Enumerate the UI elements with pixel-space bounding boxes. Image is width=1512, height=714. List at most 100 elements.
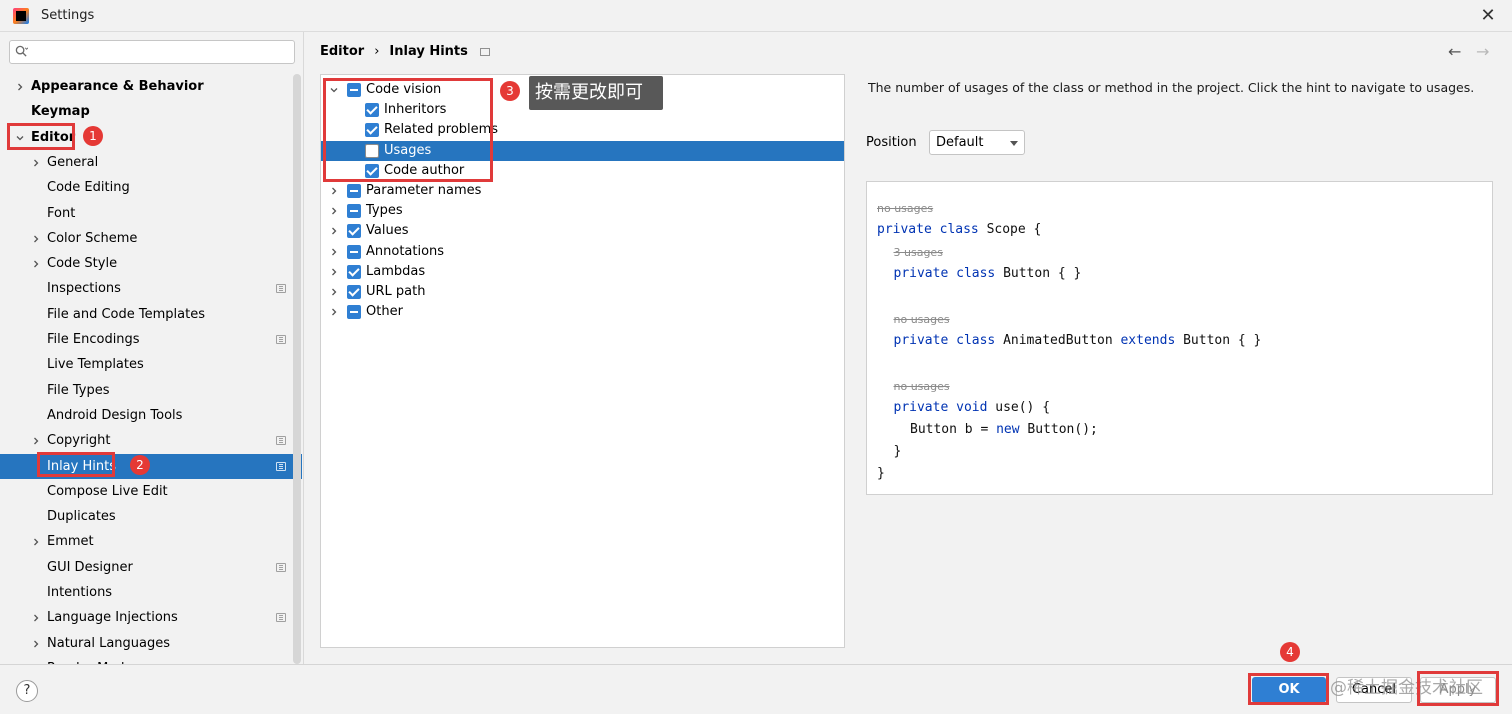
sidebar-item-file-encodings[interactable]: File Encodings bbox=[0, 327, 302, 352]
hint-checkbox[interactable] bbox=[347, 204, 361, 219]
close-icon[interactable]: ✕ bbox=[1476, 4, 1500, 28]
chevron-right-icon[interactable] bbox=[15, 82, 25, 92]
hint-checkbox[interactable] bbox=[347, 224, 361, 239]
hint-item-related-problems[interactable]: Related problems bbox=[321, 120, 844, 140]
forward-arrow-icon[interactable]: → bbox=[1476, 42, 1489, 61]
code-line: private class AnimatedButton extends But… bbox=[894, 333, 1262, 348]
hint-item-label: Related problems bbox=[384, 122, 499, 138]
hint-item-code-author[interactable]: Code author bbox=[321, 161, 844, 181]
sidebar-item-android-design-tools[interactable]: Android Design Tools bbox=[0, 403, 302, 428]
chevron-down-icon[interactable] bbox=[329, 85, 339, 95]
hint-checkbox[interactable] bbox=[347, 305, 361, 320]
chevron-right-icon[interactable] bbox=[329, 206, 339, 216]
code-keyword: extends bbox=[1120, 333, 1184, 348]
sidebar-item-inspections[interactable]: Inspections bbox=[0, 276, 302, 301]
code-vision-hint[interactable]: no usages bbox=[894, 313, 950, 326]
breadcrumb-parent[interactable]: Editor bbox=[320, 44, 364, 59]
position-select[interactable]: Default bbox=[929, 130, 1025, 155]
ok-button[interactable]: OK bbox=[1252, 677, 1326, 703]
chevron-right-icon[interactable] bbox=[31, 436, 41, 446]
chevron-right-icon[interactable] bbox=[31, 259, 41, 269]
window-title: Settings bbox=[41, 8, 95, 23]
sidebar-item-appearance-behavior[interactable]: Appearance & Behavior bbox=[0, 74, 302, 99]
hint-item-lambdas[interactable]: Lambdas bbox=[321, 262, 844, 282]
search-icon bbox=[15, 45, 28, 57]
chevron-right-icon[interactable] bbox=[329, 226, 339, 236]
chevron-right-icon[interactable] bbox=[31, 613, 41, 623]
code-vision-hint[interactable]: no usages bbox=[894, 380, 950, 393]
inlay-hints-tree: Code vision Inheritors Related problems Usa… bbox=[320, 74, 845, 648]
sidebar-item-language-injections[interactable]: Language Injections bbox=[0, 605, 302, 630]
sidebar-item-natural-languages[interactable]: Natural Languages bbox=[0, 631, 302, 656]
hint-description: The number of usages of the class or met… bbox=[868, 80, 1475, 95]
hint-checkbox[interactable] bbox=[347, 184, 361, 198]
sidebar-item-copyright[interactable]: Copyright bbox=[0, 428, 302, 453]
hint-checkbox[interactable] bbox=[347, 244, 361, 259]
chevron-right-icon[interactable] bbox=[329, 287, 339, 297]
code-line: private void use() { bbox=[894, 400, 1051, 415]
code-text: Button { } bbox=[1003, 266, 1082, 281]
position-select-value: Default bbox=[936, 135, 984, 150]
code-text: use() { bbox=[995, 400, 1051, 415]
sidebar-item-intentions[interactable]: Intentions bbox=[0, 580, 302, 605]
settings-search-input[interactable] bbox=[9, 40, 295, 64]
code-vision-hint[interactable]: no usages bbox=[877, 202, 933, 215]
chevron-right-icon[interactable] bbox=[329, 186, 339, 196]
hint-checkbox[interactable] bbox=[347, 285, 361, 299]
chevron-right-icon[interactable] bbox=[31, 234, 41, 244]
chevron-right-icon[interactable] bbox=[329, 267, 339, 277]
sidebar-item-live-templates[interactable]: Live Templates bbox=[0, 352, 302, 377]
code-keyword: private void bbox=[893, 400, 996, 415]
annotation-badge-3: 3 bbox=[500, 81, 520, 101]
sidebar-item-label: Intentions bbox=[47, 585, 113, 600]
hint-checkbox[interactable] bbox=[365, 163, 379, 178]
settings-sidebar: Appearance & Behavior Keymap Editor General… bbox=[0, 32, 304, 664]
hint-item-other[interactable]: Other bbox=[321, 302, 844, 322]
sidebar-item-editor[interactable]: Editor bbox=[0, 125, 302, 150]
sidebar-item-keymap[interactable]: Keymap bbox=[0, 99, 302, 124]
hint-item-url-path[interactable]: URL path bbox=[321, 282, 844, 302]
code-text: Button(); bbox=[1027, 422, 1098, 437]
sidebar-item-label: Duplicates bbox=[47, 509, 116, 525]
chevron-right-icon[interactable] bbox=[329, 247, 339, 257]
sidebar-item-reader-mode[interactable]: Reader Mode bbox=[0, 656, 302, 664]
project-level-icon bbox=[276, 562, 286, 572]
hint-item-parameter-names[interactable]: Parameter names bbox=[321, 181, 844, 201]
hint-item-usages[interactable]: Usages bbox=[321, 140, 844, 161]
hint-item-values[interactable]: Values bbox=[321, 221, 844, 241]
sidebar-item-compose-live-edit[interactable]: Compose Live Edit bbox=[0, 479, 302, 504]
hint-checkbox[interactable] bbox=[365, 123, 379, 138]
sidebar-item-code-style[interactable]: Code Style bbox=[0, 251, 302, 276]
sidebar-item-font[interactable]: Font bbox=[0, 201, 302, 226]
sidebar-item-emmet[interactable]: Emmet bbox=[0, 529, 302, 554]
code-line: private class Button { } bbox=[894, 266, 1082, 281]
chevron-right-icon[interactable] bbox=[31, 537, 41, 547]
hint-item-label: Usages bbox=[384, 142, 432, 158]
back-arrow-icon[interactable]: ← bbox=[1448, 42, 1461, 61]
chevron-right-icon[interactable] bbox=[31, 639, 41, 649]
hint-checkbox[interactable] bbox=[365, 143, 379, 158]
hint-item-label: Annotations bbox=[366, 243, 445, 259]
sidebar-item-general[interactable]: General bbox=[0, 150, 302, 175]
hint-item-types[interactable]: Types bbox=[321, 201, 844, 221]
sidebar-item-color-scheme[interactable]: Color Scheme bbox=[0, 226, 302, 251]
annotation-badge-2: 2 bbox=[130, 455, 150, 475]
hint-checkbox[interactable] bbox=[347, 83, 361, 97]
chevron-down-icon[interactable] bbox=[15, 133, 25, 143]
sidebar-scrollbar[interactable] bbox=[293, 74, 301, 664]
hint-item-annotations[interactable]: Annotations bbox=[321, 242, 844, 262]
sidebar-item-label: Natural Languages bbox=[47, 635, 171, 651]
sidebar-item-file-and-code-templates[interactable]: File and Code Templates bbox=[0, 302, 302, 327]
help-button[interactable]: ? bbox=[16, 680, 38, 702]
sidebar-item-inlay-hints[interactable]: Inlay Hints bbox=[0, 453, 302, 479]
hint-item-label: Code author bbox=[384, 162, 465, 178]
sidebar-item-file-types[interactable]: File Types bbox=[0, 378, 302, 403]
chevron-right-icon[interactable] bbox=[31, 158, 41, 168]
chevron-right-icon[interactable] bbox=[329, 307, 339, 317]
hint-checkbox[interactable] bbox=[365, 103, 379, 118]
sidebar-item-duplicates[interactable]: Duplicates bbox=[0, 504, 302, 529]
hint-checkbox[interactable] bbox=[347, 264, 361, 279]
sidebar-item-code-editing[interactable]: Code Editing bbox=[0, 175, 302, 200]
code-vision-hint[interactable]: 3 usages bbox=[894, 246, 943, 259]
sidebar-item-gui-designer[interactable]: GUI Designer bbox=[0, 555, 302, 580]
